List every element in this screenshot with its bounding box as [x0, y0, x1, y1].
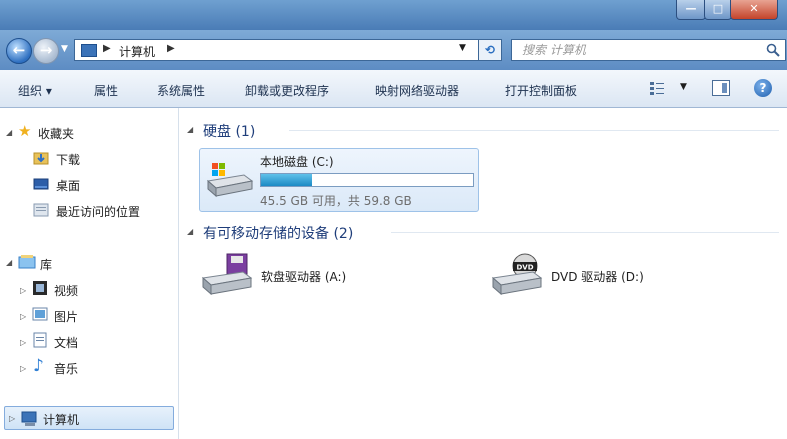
drive-a-name: 软盘驱动器 (A:) [261, 270, 347, 284]
nav-downloads[interactable]: 下载 [56, 151, 80, 168]
open-control-panel-button[interactable]: 打开控制面板 [505, 82, 577, 99]
change-view-icon[interactable] [650, 81, 664, 95]
expand-arrow-icon[interactable]: ▷ [9, 414, 15, 423]
video-library-icon [33, 281, 47, 295]
preview-pane-button[interactable] [712, 80, 730, 96]
expand-arrow-icon[interactable]: ▷ [20, 338, 26, 347]
drive-d-name: DVD 驱动器 (D:) [551, 270, 644, 284]
expand-arrow-icon[interactable]: ▷ [20, 364, 26, 373]
drive-a-tile[interactable]: 软盘驱动器 (A:) [199, 248, 399, 302]
nav-libraries[interactable]: 库 [40, 256, 52, 273]
address-dropdown-icon[interactable]: ▼ [459, 43, 466, 53]
drive-c-tile[interactable]: 本地磁盘 (C:) 45.5 GB 可用，共 59.8 GB [199, 148, 479, 212]
group-divider [289, 130, 779, 131]
system-properties-button[interactable]: 系统属性 [157, 82, 205, 99]
map-network-drive-button[interactable]: 映射网络驱动器 [375, 82, 459, 99]
collapse-group-icon[interactable]: ◢ [187, 125, 193, 134]
collapse-arrow-icon[interactable]: ◢ [6, 128, 12, 137]
recent-places-icon [33, 203, 49, 217]
floppy-drive-icon [201, 253, 253, 296]
drive-d-tile[interactable]: DVD DVD 驱动器 (D:) [489, 248, 689, 302]
address-row: ← → ▼ ▶ 计算机 ▶ ▼ ⟲ [0, 30, 787, 70]
group-header-hard-disks[interactable]: 硬盘 (1) [203, 121, 255, 141]
command-bar: 组织 ▾ 属性 系统属性 卸载或更改程序 映射网络驱动器 打开控制面板 ▼ ? [0, 70, 787, 108]
back-button[interactable]: ← [6, 38, 32, 64]
breadcrumb-separator-icon[interactable]: ▶ [167, 43, 175, 54]
desktop-icon [33, 178, 49, 190]
maximize-button[interactable]: □ [704, 0, 732, 20]
nav-videos[interactable]: 视频 [54, 282, 78, 299]
expand-arrow-icon[interactable]: ▷ [20, 286, 26, 295]
view-options-dropdown-icon[interactable]: ▼ [680, 82, 687, 92]
navigation-pane: ◢ ★ 收藏夹 下载 桌面 最近访问的位置 ◢ 库 ▷ 视频 ▷ 图片 ▷ 文档… [0, 108, 179, 439]
nav-computer-row[interactable]: ▷ 计算机 [4, 406, 174, 430]
forward-button[interactable]: → [33, 38, 59, 64]
group-divider [391, 232, 779, 233]
breadcrumb-computer[interactable]: 计算机 [119, 43, 155, 60]
nav-favorites[interactable]: 收藏夹 [38, 125, 74, 142]
nav-pictures[interactable]: 图片 [54, 308, 78, 325]
content-pane: ◢ 硬盘 (1) 本地磁盘 (C:) 45.5 GB 可用，共 59.8 GB … [179, 108, 787, 439]
drive-c-name: 本地磁盘 (C:) [260, 155, 334, 169]
help-button[interactable]: ? [754, 79, 772, 97]
computer-icon [21, 411, 37, 426]
dvd-badge-text: DVD [516, 264, 533, 272]
downloads-folder-icon [33, 152, 49, 165]
search-input[interactable] [522, 40, 752, 60]
title-bar: — □ ✕ [0, 0, 787, 30]
breadcrumb-separator-icon[interactable]: ▶ [103, 43, 111, 54]
uninstall-program-button[interactable]: 卸载或更改程序 [245, 82, 329, 99]
libraries-icon [18, 255, 36, 269]
nav-computer[interactable]: 计算机 [43, 411, 79, 428]
search-icon[interactable] [766, 43, 780, 57]
collapse-arrow-icon[interactable]: ◢ [6, 258, 12, 267]
address-bar[interactable]: ▶ 计算机 ▶ ▼ [74, 39, 502, 61]
dvd-drive-icon: DVD [491, 253, 543, 296]
close-button[interactable]: ✕ [730, 0, 778, 20]
drive-c-usage-text: 45.5 GB 可用，共 59.8 GB [260, 194, 412, 208]
nav-documents[interactable]: 文档 [54, 334, 78, 351]
minimize-button[interactable]: — [676, 0, 706, 20]
search-box[interactable] [511, 39, 786, 61]
group-header-removable[interactable]: 有可移动存储的设备 (2) [203, 223, 353, 243]
nav-recent-places[interactable]: 最近访问的位置 [56, 203, 140, 220]
documents-library-icon [33, 332, 47, 348]
organize-menu[interactable]: 组织 ▾ [18, 82, 52, 99]
expand-arrow-icon[interactable]: ▷ [20, 312, 26, 321]
forward-arrow-icon: → [39, 41, 53, 59]
music-library-icon: ♪ [33, 356, 44, 376]
refresh-button[interactable]: ⟲ [478, 39, 502, 61]
recent-pages-dropdown-icon[interactable]: ▼ [61, 44, 68, 54]
refresh-icon: ⟲ [484, 43, 496, 57]
collapse-group-icon[interactable]: ◢ [187, 227, 193, 236]
back-arrow-icon: ← [12, 41, 26, 59]
drive-c-usage-bar [260, 173, 474, 187]
drive-c-usage-fill [261, 174, 312, 186]
pictures-library-icon [32, 307, 48, 321]
nav-desktop[interactable]: 桌面 [56, 177, 80, 194]
favorites-star-icon: ★ [18, 122, 32, 140]
properties-button[interactable]: 属性 [94, 82, 118, 99]
nav-music[interactable]: 音乐 [54, 360, 78, 377]
local-disk-icon [206, 163, 254, 198]
computer-icon [81, 44, 97, 57]
